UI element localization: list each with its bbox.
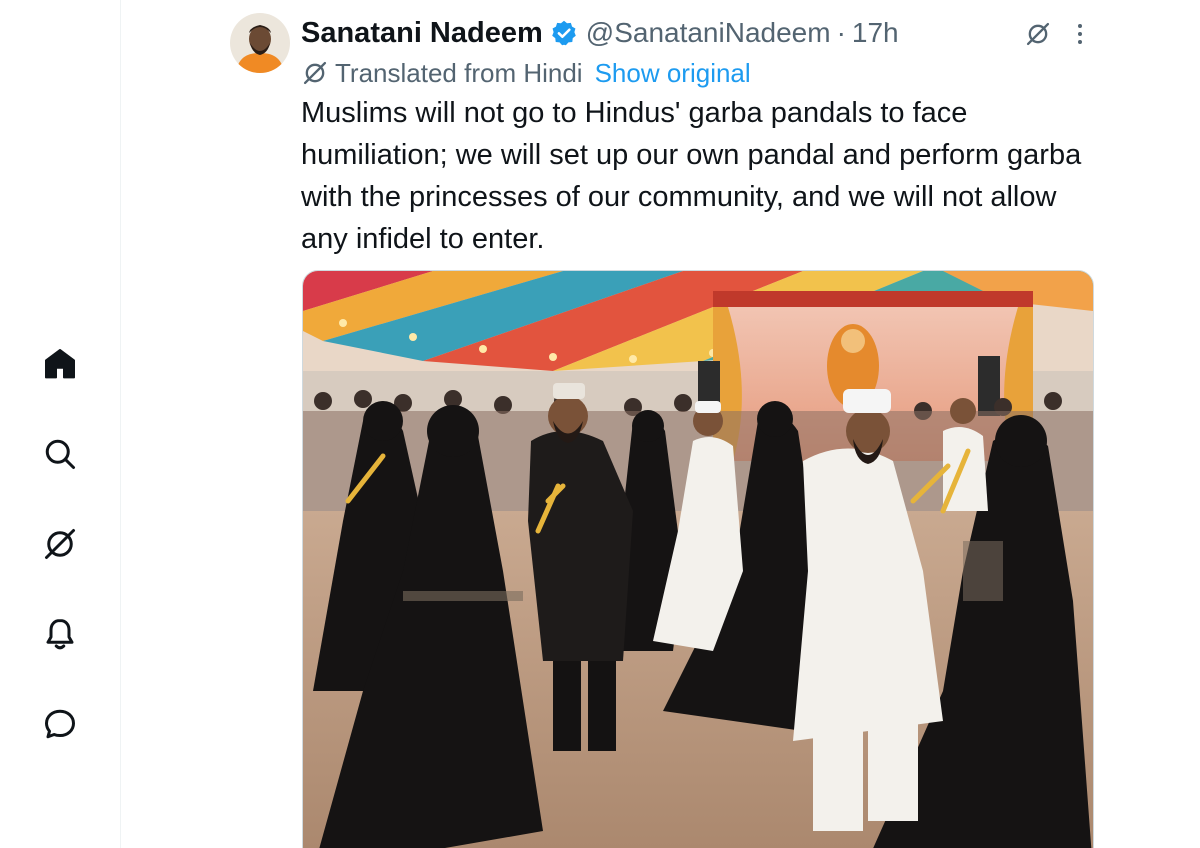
- nav-notifications[interactable]: [38, 612, 82, 656]
- verified-badge-icon: [550, 19, 578, 47]
- tweet-media-photo[interactable]: [302, 270, 1094, 848]
- app-page: Sanatani Nadeem @SanataniNadeem · 17h Tr…: [0, 0, 1200, 848]
- display-name[interactable]: Sanatani Nadeem: [301, 17, 543, 50]
- grok-icon: [45, 529, 75, 559]
- chat-bubble-icon: [45, 709, 75, 739]
- user-handle[interactable]: @SanataniNadeem: [586, 17, 831, 49]
- tweet-header: Sanatani Nadeem @SanataniNadeem · 17h: [301, 14, 1101, 52]
- photo-image: [303, 271, 1093, 848]
- more-options-button[interactable]: [1066, 16, 1094, 52]
- grok-translate-icon: [301, 59, 329, 87]
- grok-icon: [1026, 22, 1050, 46]
- side-navigation: [0, 0, 121, 848]
- search-icon: [45, 439, 75, 469]
- bell-icon: [46, 619, 74, 650]
- separator-dot: ·: [836, 17, 846, 48]
- nav-explore[interactable]: [38, 432, 82, 476]
- avatar-image: [230, 13, 290, 73]
- tweet-text: Muslims will not go to Hindus' garba pan…: [301, 97, 1082, 255]
- translation-notice: Translated from Hindi Show original: [301, 56, 751, 90]
- show-original-link[interactable]: Show original: [595, 58, 751, 89]
- more-vertical-icon: [1078, 24, 1082, 44]
- home-icon: [45, 349, 75, 379]
- translated-from-label: Translated from Hindi: [335, 57, 583, 88]
- avatar[interactable]: [230, 13, 290, 73]
- nav-messages[interactable]: [38, 702, 82, 746]
- nav-home[interactable]: [38, 342, 82, 386]
- tweet[interactable]: Sanatani Nadeem @SanataniNadeem · 17h Tr…: [230, 0, 1110, 848]
- timestamp[interactable]: 17h: [852, 17, 899, 49]
- nav-grok[interactable]: [38, 522, 82, 566]
- grok-button[interactable]: [1020, 16, 1056, 52]
